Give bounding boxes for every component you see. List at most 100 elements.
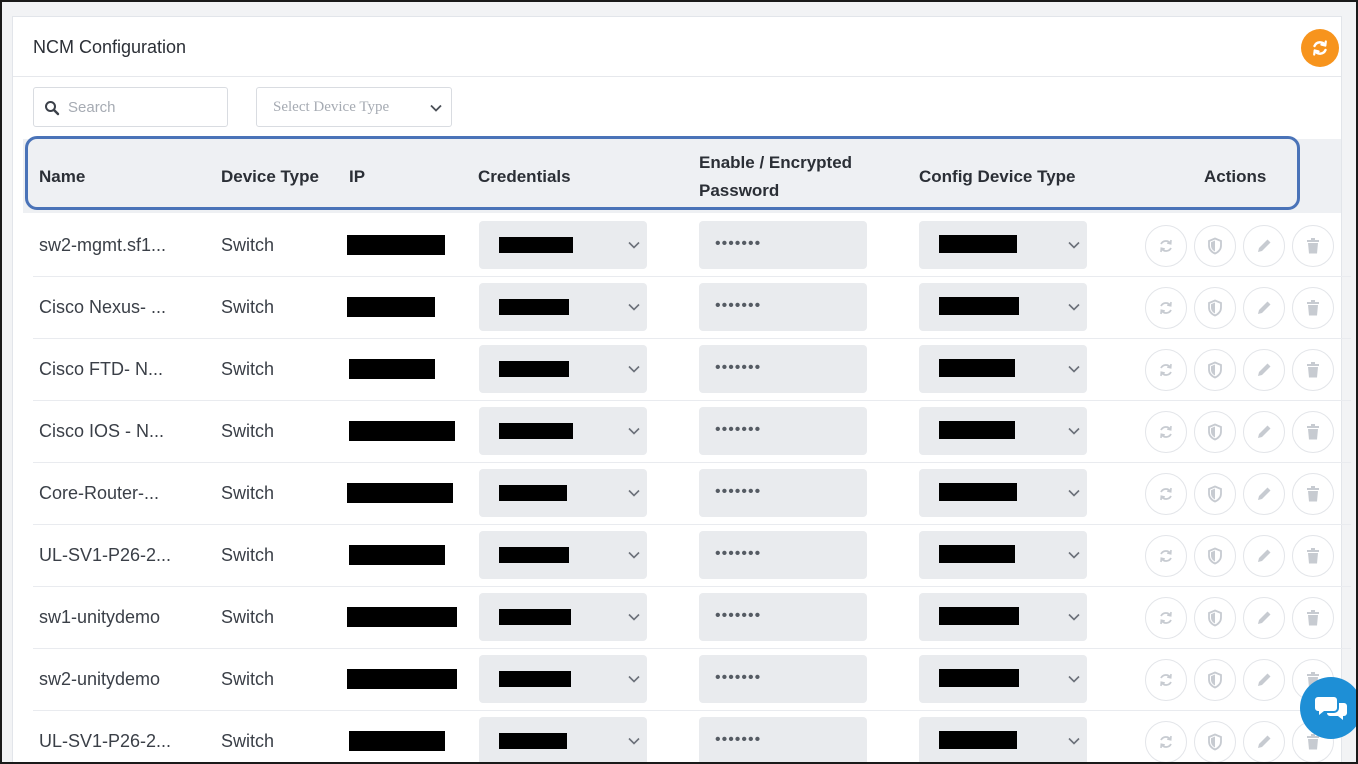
- sync-button[interactable]: [1145, 411, 1187, 453]
- cell-name[interactable]: Cisco IOS - N...: [39, 421, 164, 442]
- password-field[interactable]: •••••••: [699, 531, 867, 579]
- device-type-select[interactable]: Select Device Type: [256, 87, 452, 127]
- sync-button[interactable]: [1145, 349, 1187, 391]
- credentials-select[interactable]: [479, 717, 647, 762]
- shield-icon: [1207, 237, 1223, 255]
- chat-button[interactable]: [1300, 677, 1356, 739]
- password-field[interactable]: •••••••: [699, 345, 867, 393]
- shield-button[interactable]: [1194, 597, 1236, 639]
- chevron-down-icon: [1068, 303, 1080, 311]
- search-box[interactable]: [33, 87, 228, 127]
- sync-button[interactable]: [1145, 721, 1187, 762]
- sync-button[interactable]: [1145, 287, 1187, 329]
- column-header-device-type[interactable]: Device Type: [221, 167, 319, 187]
- config-device-type-select[interactable]: [919, 593, 1087, 641]
- edit-button[interactable]: [1243, 349, 1285, 391]
- delete-button[interactable]: [1292, 597, 1334, 639]
- sync-button[interactable]: [1145, 659, 1187, 701]
- trash-icon: [1305, 237, 1321, 255]
- sync-icon: [1157, 485, 1175, 503]
- config-device-type-select[interactable]: [919, 655, 1087, 703]
- config-device-type-select[interactable]: [919, 469, 1087, 517]
- credentials-select[interactable]: [479, 593, 647, 641]
- credentials-select[interactable]: [479, 655, 647, 703]
- config-device-type-select[interactable]: [919, 717, 1087, 762]
- delete-button[interactable]: [1292, 535, 1334, 577]
- sync-icon: [1157, 423, 1175, 441]
- credentials-select[interactable]: [479, 407, 647, 455]
- sync-button[interactable]: [1145, 225, 1187, 267]
- column-header-ip[interactable]: IP: [349, 167, 365, 187]
- edit-button[interactable]: [1243, 473, 1285, 515]
- cell-name[interactable]: sw2-mgmt.sf1...: [39, 235, 166, 256]
- refresh-button[interactable]: [1301, 29, 1339, 67]
- column-header-name[interactable]: Name: [39, 167, 85, 187]
- shield-button[interactable]: [1194, 535, 1236, 577]
- edit-button[interactable]: [1243, 535, 1285, 577]
- chat-icon: [1315, 697, 1347, 720]
- shield-button[interactable]: [1194, 659, 1236, 701]
- edit-button[interactable]: [1243, 411, 1285, 453]
- password-field[interactable]: •••••••: [699, 283, 867, 331]
- delete-button[interactable]: [1292, 287, 1334, 329]
- credentials-select[interactable]: [479, 469, 647, 517]
- chevron-down-icon: [628, 489, 640, 497]
- pencil-icon: [1255, 547, 1273, 565]
- shield-button[interactable]: [1194, 721, 1236, 762]
- edit-button[interactable]: [1243, 659, 1285, 701]
- redacted-credential: [499, 485, 567, 501]
- delete-button[interactable]: [1292, 411, 1334, 453]
- sync-button[interactable]: [1145, 473, 1187, 515]
- cell-device-type: Switch: [221, 297, 275, 317]
- delete-button[interactable]: [1292, 225, 1334, 267]
- shield-button[interactable]: [1194, 349, 1236, 391]
- password-mask: •••••••: [715, 421, 762, 438]
- search-input[interactable]: [68, 96, 218, 118]
- delete-button[interactable]: [1292, 349, 1334, 391]
- column-header-config-device-type[interactable]: Config Device Type: [919, 167, 1076, 187]
- refresh-icon: [1313, 40, 1327, 56]
- password-field[interactable]: •••••••: [699, 717, 867, 762]
- edit-button[interactable]: [1243, 287, 1285, 329]
- config-device-type-select[interactable]: [919, 407, 1087, 455]
- cell-name[interactable]: sw2-unitydemo: [39, 669, 160, 690]
- config-device-type-select[interactable]: [919, 345, 1087, 393]
- config-device-type-select[interactable]: [919, 531, 1087, 579]
- password-field[interactable]: •••••••: [699, 407, 867, 455]
- edit-button[interactable]: [1243, 597, 1285, 639]
- credentials-select[interactable]: [479, 221, 647, 269]
- config-device-type-select[interactable]: [919, 221, 1087, 269]
- chevron-down-icon: [628, 303, 640, 311]
- password-field[interactable]: •••••••: [699, 221, 867, 269]
- credentials-select[interactable]: [479, 531, 647, 579]
- pencil-icon: [1255, 361, 1273, 379]
- cell-name[interactable]: Cisco FTD- N...: [39, 359, 163, 380]
- shield-icon: [1207, 671, 1223, 689]
- config-device-type-select[interactable]: [919, 283, 1087, 331]
- redacted-config-type: [939, 235, 1017, 253]
- column-header-credentials[interactable]: Credentials: [478, 167, 571, 187]
- cell-name[interactable]: sw1-unitydemo: [39, 607, 160, 628]
- delete-button[interactable]: [1292, 473, 1334, 515]
- password-field[interactable]: •••••••: [699, 593, 867, 641]
- shield-button[interactable]: [1194, 411, 1236, 453]
- credentials-select[interactable]: [479, 345, 647, 393]
- shield-button[interactable]: [1194, 225, 1236, 267]
- password-field[interactable]: •••••••: [699, 655, 867, 703]
- cell-name[interactable]: Cisco Nexus- ...: [39, 297, 166, 318]
- cell-name[interactable]: Core-Router-...: [39, 483, 159, 504]
- cell-device-type: Switch: [221, 421, 275, 441]
- shield-button[interactable]: [1194, 473, 1236, 515]
- cell-name[interactable]: UL-SV1-P26-2...: [39, 545, 171, 566]
- cell-device-type: Switch: [221, 235, 275, 255]
- password-field[interactable]: •••••••: [699, 469, 867, 517]
- shield-button[interactable]: [1194, 287, 1236, 329]
- edit-button[interactable]: [1243, 721, 1285, 762]
- edit-button[interactable]: [1243, 225, 1285, 267]
- sync-button[interactable]: [1145, 535, 1187, 577]
- redacted-config-type: [939, 669, 1019, 687]
- chevron-down-icon: [628, 241, 640, 249]
- credentials-select[interactable]: [479, 283, 647, 331]
- cell-name[interactable]: UL-SV1-P26-2...: [39, 731, 171, 752]
- sync-button[interactable]: [1145, 597, 1187, 639]
